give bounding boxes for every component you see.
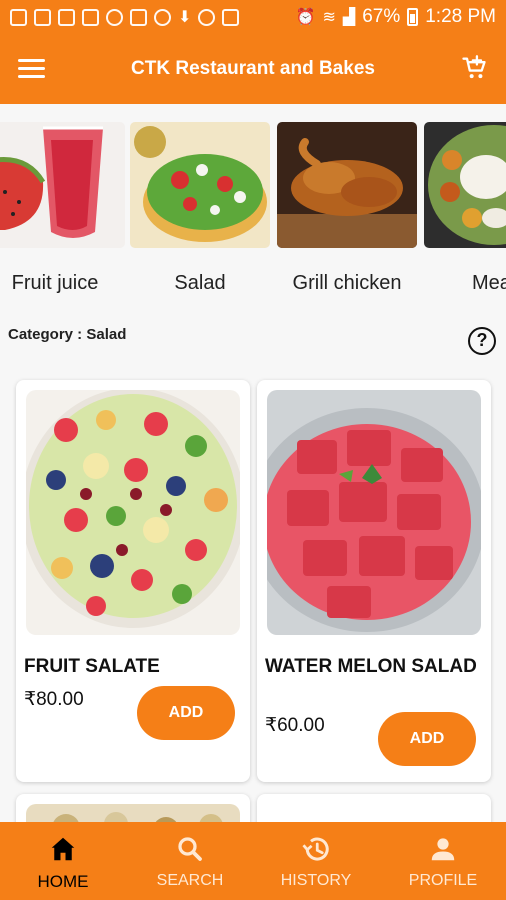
app-title: CTK Restaurant and Bakes (131, 58, 375, 79)
help-icon[interactable]: ? (468, 327, 496, 355)
app-screen: ⬇ ⏰ ≋ ▟ 67% 1:28 PM CTK Restaurant and B… (0, 0, 506, 900)
category-label: Grill chicken (292, 272, 402, 294)
home-icon (51, 837, 75, 861)
category-label: Salad (174, 272, 226, 294)
nav-history[interactable]: HISTORY (253, 822, 379, 900)
fruit-salate-image (26, 390, 240, 635)
category-carousel[interactable]: Fruit juice Salad Grill chicken Mea (0, 122, 506, 302)
sync-notification-icon (198, 8, 216, 26)
fruit-juice-image (0, 122, 125, 248)
bag-notification-icon (222, 8, 240, 26)
grill-chicken-image (277, 122, 417, 248)
product-name: FRUIT SALATE (24, 656, 160, 677)
clock: 1:28 PM (425, 6, 496, 27)
nav-profile[interactable]: PROFILE (380, 822, 506, 900)
category-fruit-juice[interactable]: Fruit juice (0, 122, 125, 294)
system-indicators: ⏰ ≋ ▟ 67% 1:28 PM (296, 6, 506, 28)
nav-search[interactable]: SEARCH (127, 822, 253, 900)
product-price: ₹60.00 (265, 715, 325, 736)
product-name: WATER MELON SALAD (265, 656, 477, 677)
gmail-notification-icon (130, 8, 147, 26)
product-card-fruit-salate[interactable]: FRUIT SALATE ₹80.00 ADD (16, 380, 250, 782)
app-notification-icon (106, 8, 123, 26)
bottom-navigation: HOME SEARCH HISTORY PROFILE (0, 822, 506, 900)
status-bar: ⬇ ⏰ ≋ ▟ 67% 1:28 PM (0, 0, 506, 34)
category-label: Mea (472, 272, 506, 294)
cart-icon[interactable] (460, 54, 488, 82)
battery-icon (407, 8, 419, 26)
app-bar: CTK Restaurant and Bakes (0, 34, 506, 104)
download-icon: ⬇ (178, 9, 192, 26)
category-salad[interactable]: Salad (130, 122, 270, 294)
image-notification-icon (58, 8, 75, 26)
nav-home[interactable]: HOME (0, 822, 126, 900)
product-card-water-melon-salad[interactable]: WATER MELON SALAD ₹60.00 ADD (257, 380, 491, 782)
selected-category-text: Category : Salad (8, 326, 127, 343)
category-meals[interactable]: Mea (424, 122, 506, 294)
add-button[interactable]: ADD (378, 712, 476, 766)
history-icon (302, 837, 329, 861)
gallery-notification-icon (10, 8, 27, 26)
profile-icon (431, 838, 455, 861)
search-icon (178, 837, 202, 861)
battery-percent: 67% (362, 6, 401, 27)
nav-label: PROFILE (408, 872, 478, 889)
meals-image (424, 122, 506, 248)
nav-label: SEARCH (156, 872, 224, 889)
nav-label: HOME (37, 872, 89, 891)
mail-notification-icon (82, 8, 99, 26)
signal-icon: ▟ (342, 9, 356, 26)
product-price: ₹80.00 (24, 689, 84, 710)
notification-icons: ⬇ (0, 7, 240, 27)
category-label: Fruit juice (11, 272, 99, 294)
water-melon-salad-image (267, 390, 481, 635)
add-button[interactable]: ADD (137, 686, 235, 740)
alarm-icon: ⏰ (295, 9, 316, 26)
sim-notification-icon (34, 8, 51, 26)
category-grill-chicken[interactable]: Grill chicken (277, 122, 417, 294)
wifi-icon: ≋ (322, 9, 336, 26)
app-badge-notification-icon (154, 8, 171, 26)
salad-image (130, 122, 270, 248)
nav-label: HISTORY (280, 872, 352, 889)
